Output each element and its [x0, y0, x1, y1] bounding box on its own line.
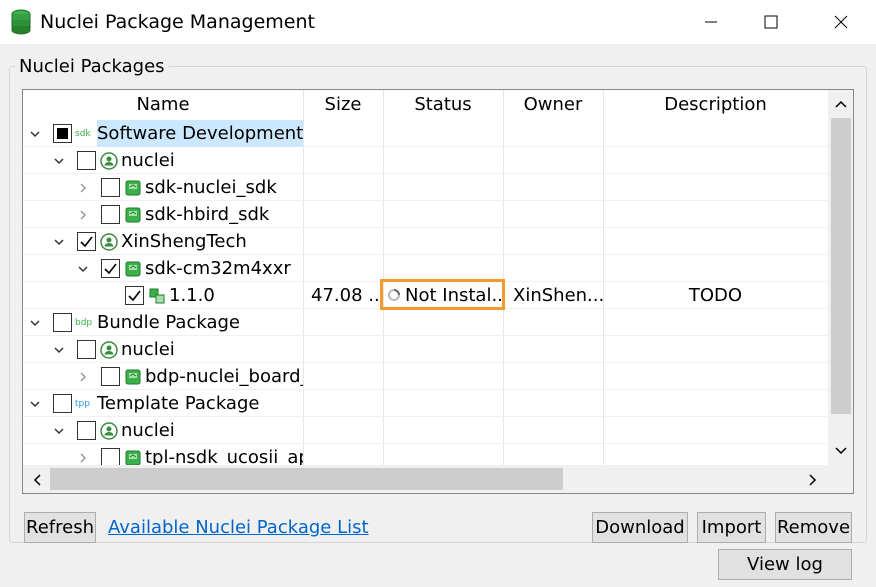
tree-row[interactable]: bdp Bundle Package [23, 309, 828, 336]
tree-item-label: Template Package [97, 393, 260, 414]
expand-chevron-down-icon[interactable] [75, 255, 91, 282]
scroll-corner [828, 465, 853, 493]
package-icon [123, 367, 143, 387]
view-log-button[interactable]: View log [718, 549, 852, 580]
window-title: Nuclei Package Management [40, 11, 315, 33]
row-checkbox[interactable] [77, 340, 96, 359]
remove-button[interactable]: Remove [775, 512, 852, 543]
tree-row[interactable]: nuclei [23, 336, 828, 363]
expand-chevron-down-icon[interactable] [51, 147, 67, 174]
category-icon: bdp [75, 313, 95, 333]
size-cell: 47.08 ... [311, 285, 383, 306]
available-package-list-link[interactable]: Available Nuclei Package List [108, 514, 369, 542]
row-checkbox[interactable] [77, 151, 96, 170]
expand-chevron-down-icon[interactable] [51, 336, 67, 363]
status-highlight-box [380, 279, 505, 310]
tree-row[interactable]: nuclei [23, 417, 828, 444]
expand-chevron-down-icon[interactable] [51, 417, 67, 444]
category-icon: sdk [75, 124, 95, 144]
package-icon [123, 205, 143, 225]
badge-icon: sdk [75, 129, 91, 139]
close-icon [834, 15, 848, 29]
owner-cell: XinShen... [513, 285, 603, 306]
scroll-right-arrow-icon[interactable] [803, 470, 823, 490]
package-icon [123, 259, 143, 279]
tree-item-label: sdk-hbird_sdk [145, 204, 270, 225]
groupbox-label: Nuclei Packages [15, 55, 169, 79]
category-icon: tpp [75, 394, 95, 414]
import-button[interactable]: Import [697, 512, 766, 543]
vertical-scroll-thumb[interactable] [831, 118, 851, 414]
row-checkbox[interactable] [101, 205, 120, 224]
vertical-scrollbar[interactable] [828, 90, 853, 465]
refresh-button[interactable]: Refresh [24, 512, 96, 543]
tree-item-label: Software Development K [97, 120, 303, 147]
tree-row[interactable]: sdk-hbird_sdk [23, 201, 828, 228]
expand-chevron-right-icon[interactable] [75, 174, 91, 201]
tree-row[interactable]: XinShengTech [23, 228, 828, 255]
column-header-owner[interactable]: Owner [503, 90, 603, 120]
database-app-icon [11, 9, 31, 35]
tree-item-label: Bundle Package [97, 312, 240, 333]
user-icon [99, 151, 119, 171]
maximize-button[interactable] [742, 0, 800, 44]
horizontal-scrollbar[interactable] [23, 465, 828, 493]
tree-item-label: sdk-nuclei_sdk [145, 177, 277, 198]
column-header-description[interactable]: Description [603, 90, 828, 120]
row-checkbox[interactable] [125, 286, 144, 305]
package-icon [123, 178, 143, 198]
expand-chevron-down-icon[interactable] [27, 390, 43, 417]
tree-row[interactable]: sdk-cm32m4xxr [23, 255, 828, 282]
tree-item-label: bdp-nuclei_board_ [145, 366, 303, 387]
download-button[interactable]: Download [592, 512, 688, 543]
expand-chevron-right-icon[interactable] [75, 201, 91, 228]
tree-item-label: nuclei [121, 420, 175, 441]
row-checkbox[interactable] [101, 178, 120, 197]
row-checkbox[interactable] [77, 232, 96, 251]
tree-item-label: 1.1.0 [169, 285, 215, 306]
tree-item-label: sdk-cm32m4xxr [145, 258, 291, 279]
badge-icon: bdp [75, 318, 93, 328]
tree-item-label: nuclei [121, 150, 175, 171]
scroll-left-arrow-icon[interactable] [27, 470, 47, 490]
version-icon [147, 286, 167, 306]
expand-chevron-down-icon[interactable] [27, 120, 43, 147]
minimize-button[interactable] [682, 0, 740, 44]
user-icon [99, 340, 119, 360]
tree-row[interactable]: sdk-nuclei_sdk [23, 174, 828, 201]
user-icon [99, 232, 119, 252]
close-button[interactable] [812, 0, 870, 44]
tree-row[interactable]: bdp-nuclei_board_ [23, 363, 828, 390]
tree-header: Name Size Status Owner Description [23, 90, 828, 120]
tree-row[interactable]: sdk Software Development K [23, 120, 828, 147]
column-header-name[interactable]: Name [23, 90, 303, 120]
tree-item-label: XinShengTech [121, 231, 247, 252]
scroll-down-arrow-icon[interactable] [831, 441, 851, 461]
user-icon [99, 421, 119, 441]
description-cell: TODO [688, 285, 743, 306]
row-checkbox[interactable] [101, 367, 120, 386]
expand-chevron-right-icon[interactable] [75, 363, 91, 390]
expand-chevron-down-icon[interactable] [51, 228, 67, 255]
badge-icon: tpp [75, 399, 90, 409]
expand-chevron-down-icon[interactable] [27, 309, 43, 336]
row-checkbox[interactable] [101, 259, 120, 278]
tree-row[interactable]: nuclei [23, 147, 828, 174]
row-checkbox[interactable] [53, 394, 72, 413]
row-checkbox[interactable] [53, 124, 72, 143]
column-header-status[interactable]: Status [383, 90, 503, 120]
minimize-icon [705, 21, 717, 23]
title-bar: Nuclei Package Management [0, 0, 876, 44]
column-header-size[interactable]: Size [303, 90, 383, 120]
horizontal-scroll-thumb[interactable] [50, 468, 563, 490]
scroll-up-arrow-icon[interactable] [831, 94, 851, 114]
maximize-icon [764, 15, 778, 29]
row-checkbox[interactable] [53, 313, 72, 332]
tree-row[interactable]: tpp Template Package [23, 390, 828, 417]
row-checkbox[interactable] [77, 421, 96, 440]
tree-item-label: nuclei [121, 339, 175, 360]
